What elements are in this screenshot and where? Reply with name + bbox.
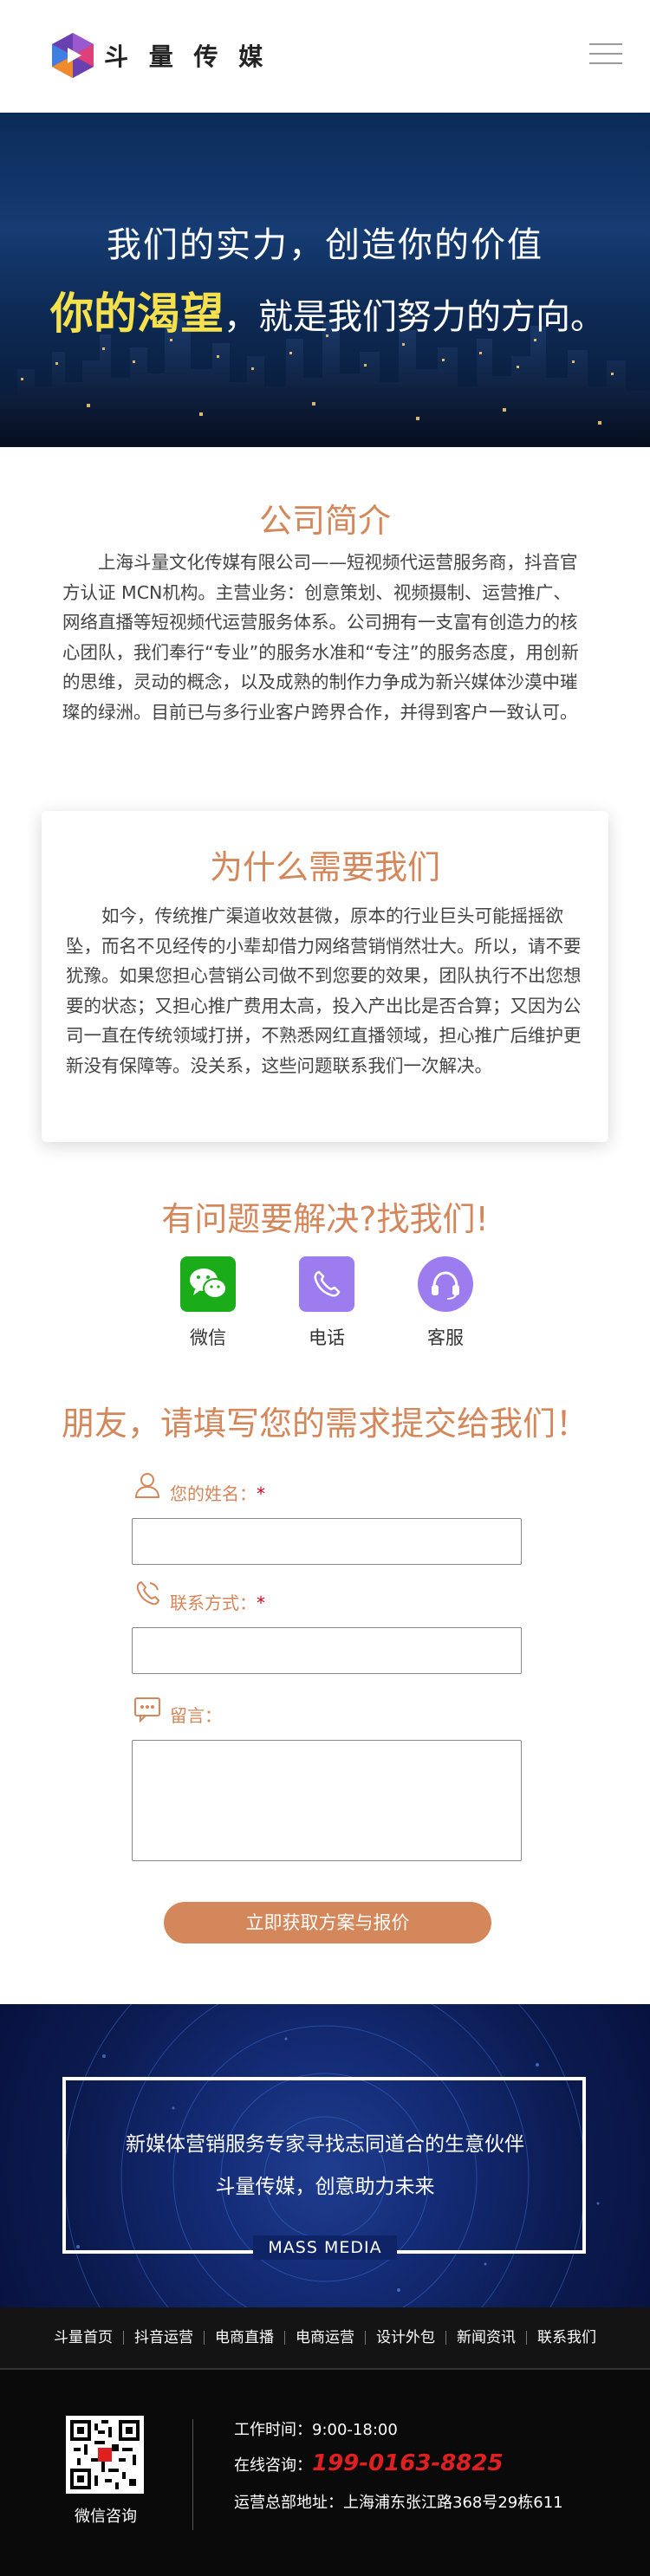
user-icon (134, 1473, 160, 1498)
footer-nav-contact[interactable]: 联系我们 (527, 2331, 607, 2346)
message-textarea[interactable] (132, 1740, 522, 1861)
phone-contact-icon (136, 1581, 159, 1606)
message-icon (134, 1697, 160, 1723)
wechat-qr-code[interactable] (66, 2416, 144, 2494)
submit-button[interactable]: 立即获取方案与报价 (164, 1902, 491, 1943)
promo-frame (62, 2077, 586, 2254)
contact-required-mark: * (257, 1593, 265, 1613)
hamburger-menu-icon[interactable] (589, 43, 622, 68)
promo-line-1: 新媒体营销服务专家寻找志同道合的生意伙伴 (126, 2133, 524, 2156)
contact-phone-label: 电话 (309, 1327, 345, 1348)
contact-label: 联系方式：* (170, 1589, 265, 1614)
hero-subheading-rest: ，就是我们努力的方向。 (224, 297, 605, 337)
headset-icon[interactable] (418, 1256, 473, 1312)
about-title: 公司简介 (258, 502, 391, 540)
contact-phone[interactable]: 电话 (288, 1256, 366, 1350)
consult-label: 在线咨询： (234, 2456, 312, 2475)
name-input[interactable] (132, 1518, 522, 1565)
contact-service-label: 客服 (427, 1327, 464, 1348)
wechat-icon[interactable] (180, 1256, 236, 1312)
help-title: 有问题要解决?找我们! (161, 1200, 489, 1238)
site-header: 斗 量 传 媒 (0, 0, 650, 113)
contact-wechat-label: 微信 (190, 1327, 226, 1348)
why-body: 如今，传统推广渠道收效甚微，原本的行业巨头可能摇摇欲坠，而名不见经传的小辈却借力… (66, 905, 582, 1076)
footer-nav-ecommerce-live[interactable]: 电商直播 (205, 2331, 285, 2346)
about-body: 上海斗量文化传媒有限公司——短视频代运营服务商，抖音官方认证 MCN机构。主营业… (62, 552, 579, 723)
online-consult: 在线咨询：199-0163-8825 (234, 2450, 504, 2476)
address: 运营总部地址：上海浦东张江路368号29栋611 (234, 2494, 563, 2512)
footer-nav-design[interactable]: 设计外包 (366, 2331, 446, 2346)
name-label: 您的姓名：* (170, 1480, 265, 1505)
phone-number[interactable]: 199-0163-8825 (312, 2450, 504, 2476)
qr-label: 微信咨询 (75, 2508, 137, 2526)
promo-tag: MASS MEDIA (253, 2235, 397, 2260)
footer-vertical-divider (192, 2419, 193, 2530)
footer-nav-ecommerce-ops[interactable]: 电商运营 (285, 2331, 366, 2346)
promo-line-2: 斗量传媒，创意助力未来 (215, 2176, 435, 2198)
contact-label-text: 联系方式： (170, 1593, 257, 1613)
hero-highlight: 你的渴望 (50, 289, 224, 339)
hero-heading: 我们的实力，创造你的价值 (107, 225, 543, 265)
why-title: 为什么需要我们 (209, 848, 440, 886)
name-required-mark: * (257, 1483, 265, 1504)
footer-nav-news[interactable]: 新闻资讯 (446, 2331, 527, 2346)
form-title: 朋友，请填写您的需求提交给我们！ (61, 1405, 588, 1443)
work-hours: 工作时间：9:00-18:00 (234, 2421, 398, 2439)
footer-nav-douyin[interactable]: 抖音运营 (124, 2331, 205, 2346)
contact-input[interactable] (132, 1627, 522, 1674)
name-label-text: 您的姓名： (170, 1483, 257, 1504)
hexagon-play-logo[interactable] (49, 31, 97, 80)
contact-wechat[interactable]: 微信 (169, 1256, 247, 1350)
contact-service[interactable]: 客服 (406, 1256, 484, 1350)
footer-nav: 斗量首页 抖音运营 电商直播 电商运营 设计外包 新闻资讯 联系我们 (0, 2307, 650, 2368)
hero-subheading: 你的渴望，就是我们努力的方向。 (50, 279, 605, 341)
hero-banner: 我们的实力，创造你的价值 你的渴望，就是我们努力的方向。 (0, 113, 650, 447)
brand-name[interactable]: 斗 量 传 媒 (104, 38, 269, 73)
phone-icon[interactable] (299, 1256, 354, 1312)
message-label: 留言： (170, 1705, 222, 1726)
footer-nav-home[interactable]: 斗量首页 (43, 2331, 124, 2346)
